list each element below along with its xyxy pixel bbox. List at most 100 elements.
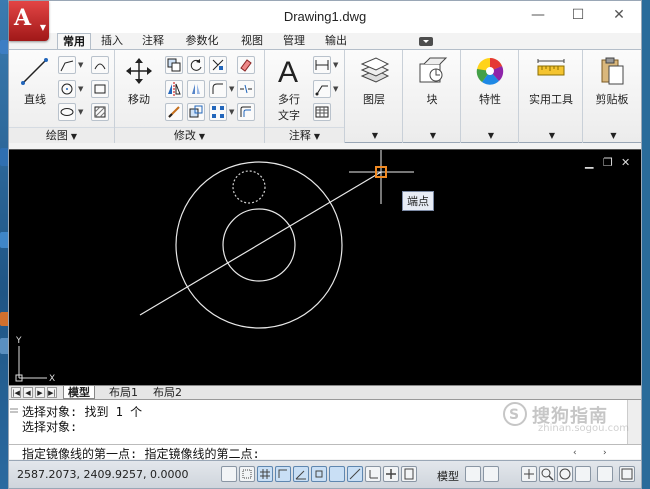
- panel-block[interactable]: 块 ▼: [403, 50, 461, 143]
- chevron-down-icon[interactable]: ▼: [78, 85, 83, 93]
- minimize-button[interactable]: —: [525, 5, 551, 25]
- tab-home[interactable]: 常用: [57, 33, 91, 49]
- line-tool-button[interactable]: 直线: [17, 56, 53, 107]
- block-button[interactable]: 块: [413, 56, 451, 107]
- properties-label: 特性: [479, 93, 501, 106]
- infer-constraints-icon[interactable]: [221, 466, 237, 482]
- copy-icon[interactable]: [165, 56, 183, 74]
- table-icon[interactable]: [313, 103, 331, 121]
- erase-icon[interactable]: [237, 56, 255, 74]
- mtext-tool-button[interactable]: A 多行 文字: [271, 54, 307, 123]
- tab-parametric[interactable]: 参数化: [180, 33, 224, 49]
- offset-icon[interactable]: [237, 103, 255, 121]
- mirror-tool-icon[interactable]: [187, 80, 205, 98]
- layout-tab-model[interactable]: 模型: [63, 386, 95, 399]
- maximize-button[interactable]: ☐: [565, 5, 591, 25]
- utilities-expand[interactable]: ▼: [519, 127, 582, 143]
- fillet-icon[interactable]: [209, 80, 227, 98]
- polyline-icon[interactable]: [58, 56, 76, 74]
- zoom-icon[interactable]: [539, 466, 555, 482]
- chevron-down-icon[interactable]: ▼: [229, 85, 234, 93]
- next-tab-icon[interactable]: ▶: [35, 387, 45, 398]
- chevron-down-icon[interactable]: ▼: [333, 61, 338, 69]
- tab-output[interactable]: 输出: [321, 33, 351, 49]
- model-space-label[interactable]: 模型: [437, 468, 459, 484]
- clipboard-button[interactable]: 剪贴板: [589, 56, 635, 107]
- circle-icon[interactable]: [58, 80, 76, 98]
- command-grip-icon[interactable]: [9, 406, 19, 416]
- polar-tracking-icon[interactable]: [293, 466, 309, 482]
- selected-circle[interactable]: [232, 170, 266, 204]
- panel-modify-label[interactable]: 修改 ▼: [115, 127, 264, 143]
- last-tab-icon[interactable]: ▶|: [47, 387, 57, 398]
- ortho-icon[interactable]: [275, 466, 291, 482]
- tab-insert[interactable]: 插入: [97, 33, 127, 49]
- clean-screen-icon[interactable]: [619, 466, 635, 482]
- grid-icon[interactable]: [257, 466, 273, 482]
- break-icon[interactable]: [237, 80, 255, 98]
- trim-icon[interactable]: [209, 56, 227, 74]
- pan-icon[interactable]: [521, 466, 537, 482]
- panel-layers[interactable]: 图层 ▼: [345, 50, 403, 143]
- chevron-down-icon[interactable]: ▼: [78, 108, 83, 116]
- properties-expand[interactable]: ▼: [461, 127, 518, 143]
- hatch-icon[interactable]: [91, 103, 109, 121]
- panel-draw-label[interactable]: 绘图 ▼: [9, 127, 114, 143]
- ellipse-icon[interactable]: [58, 103, 76, 121]
- mirror-icon[interactable]: [165, 80, 183, 98]
- first-tab-icon[interactable]: |◀: [11, 387, 21, 398]
- viewport-minimize-icon[interactable]: ▁: [585, 156, 593, 169]
- layout-tab-layout1[interactable]: 布局1: [105, 386, 142, 399]
- block-expand[interactable]: ▼: [403, 127, 460, 143]
- quick-view-drawings-icon[interactable]: [483, 466, 499, 482]
- panel-annotation-label[interactable]: 注释 ▼: [265, 127, 344, 143]
- dynamic-input-icon[interactable]: [383, 466, 399, 482]
- chevron-down-icon[interactable]: ▼: [333, 85, 338, 93]
- layout-tab-layout2[interactable]: 布局2: [149, 386, 186, 399]
- arc-icon[interactable]: [91, 56, 109, 74]
- panel-utilities[interactable]: 实用工具 ▼: [519, 50, 583, 143]
- layers-expand[interactable]: ▼: [345, 127, 402, 143]
- showmotion-icon[interactable]: [575, 466, 591, 482]
- panel-clipboard[interactable]: 剪贴板 ▼: [583, 50, 641, 143]
- move-tool-button[interactable]: 移动: [121, 56, 157, 107]
- object-snap-icon[interactable]: [311, 466, 327, 482]
- drawing-canvas[interactable]: Y X 端点 ▁ ❐ ✕: [9, 149, 641, 385]
- watermark: S 搜狗指南 zhinan.sogou.com: [502, 401, 632, 434]
- dimension-icon[interactable]: [313, 56, 331, 74]
- viewport-close-icon[interactable]: ✕: [621, 156, 630, 169]
- lineweight-icon[interactable]: [401, 466, 417, 482]
- dynamic-ucs-icon[interactable]: [365, 466, 381, 482]
- rectangle-icon[interactable]: [91, 80, 109, 98]
- drawing-svg[interactable]: Y X: [9, 150, 641, 386]
- properties-button[interactable]: 特性: [471, 56, 509, 107]
- leader-icon[interactable]: [313, 80, 331, 98]
- workspace-switch-icon[interactable]: [597, 466, 613, 482]
- chevron-down-icon[interactable]: ▼: [229, 108, 234, 116]
- close-button[interactable]: ✕: [606, 5, 632, 25]
- 3d-object-snap-icon[interactable]: [329, 466, 345, 482]
- tab-view[interactable]: 视图: [237, 33, 267, 49]
- scroll-left-icon[interactable]: ‹: [573, 448, 577, 458]
- object-snap-tracking-icon[interactable]: [347, 466, 363, 482]
- layers-button[interactable]: 图层: [355, 56, 393, 107]
- clipboard-expand[interactable]: ▼: [583, 127, 641, 143]
- application-menu-button[interactable]: A ▼: [9, 1, 49, 41]
- chevron-down-icon[interactable]: ▼: [78, 61, 83, 69]
- stretch-icon[interactable]: [165, 103, 183, 121]
- viewport-restore-icon[interactable]: ❐: [603, 156, 613, 169]
- quick-view-layouts-icon[interactable]: [465, 466, 481, 482]
- cursor-coordinates[interactable]: 2587.2073, 2409.9257, 0.0000: [17, 468, 188, 481]
- rotate-icon[interactable]: [187, 56, 205, 74]
- scroll-right-icon[interactable]: ›: [603, 448, 607, 458]
- snap-mode-icon[interactable]: [239, 466, 255, 482]
- utilities-button[interactable]: 实用工具: [525, 56, 577, 107]
- array-icon[interactable]: [209, 103, 227, 121]
- panel-properties[interactable]: 特性 ▼: [461, 50, 519, 143]
- tab-manage[interactable]: 管理: [279, 33, 309, 49]
- ribbon-minimize-icon[interactable]: [419, 37, 433, 46]
- steering-wheel-icon[interactable]: [557, 466, 573, 482]
- scale-icon[interactable]: [187, 103, 205, 121]
- prev-tab-icon[interactable]: ◀: [23, 387, 33, 398]
- tab-annotate[interactable]: 注释: [138, 33, 168, 49]
